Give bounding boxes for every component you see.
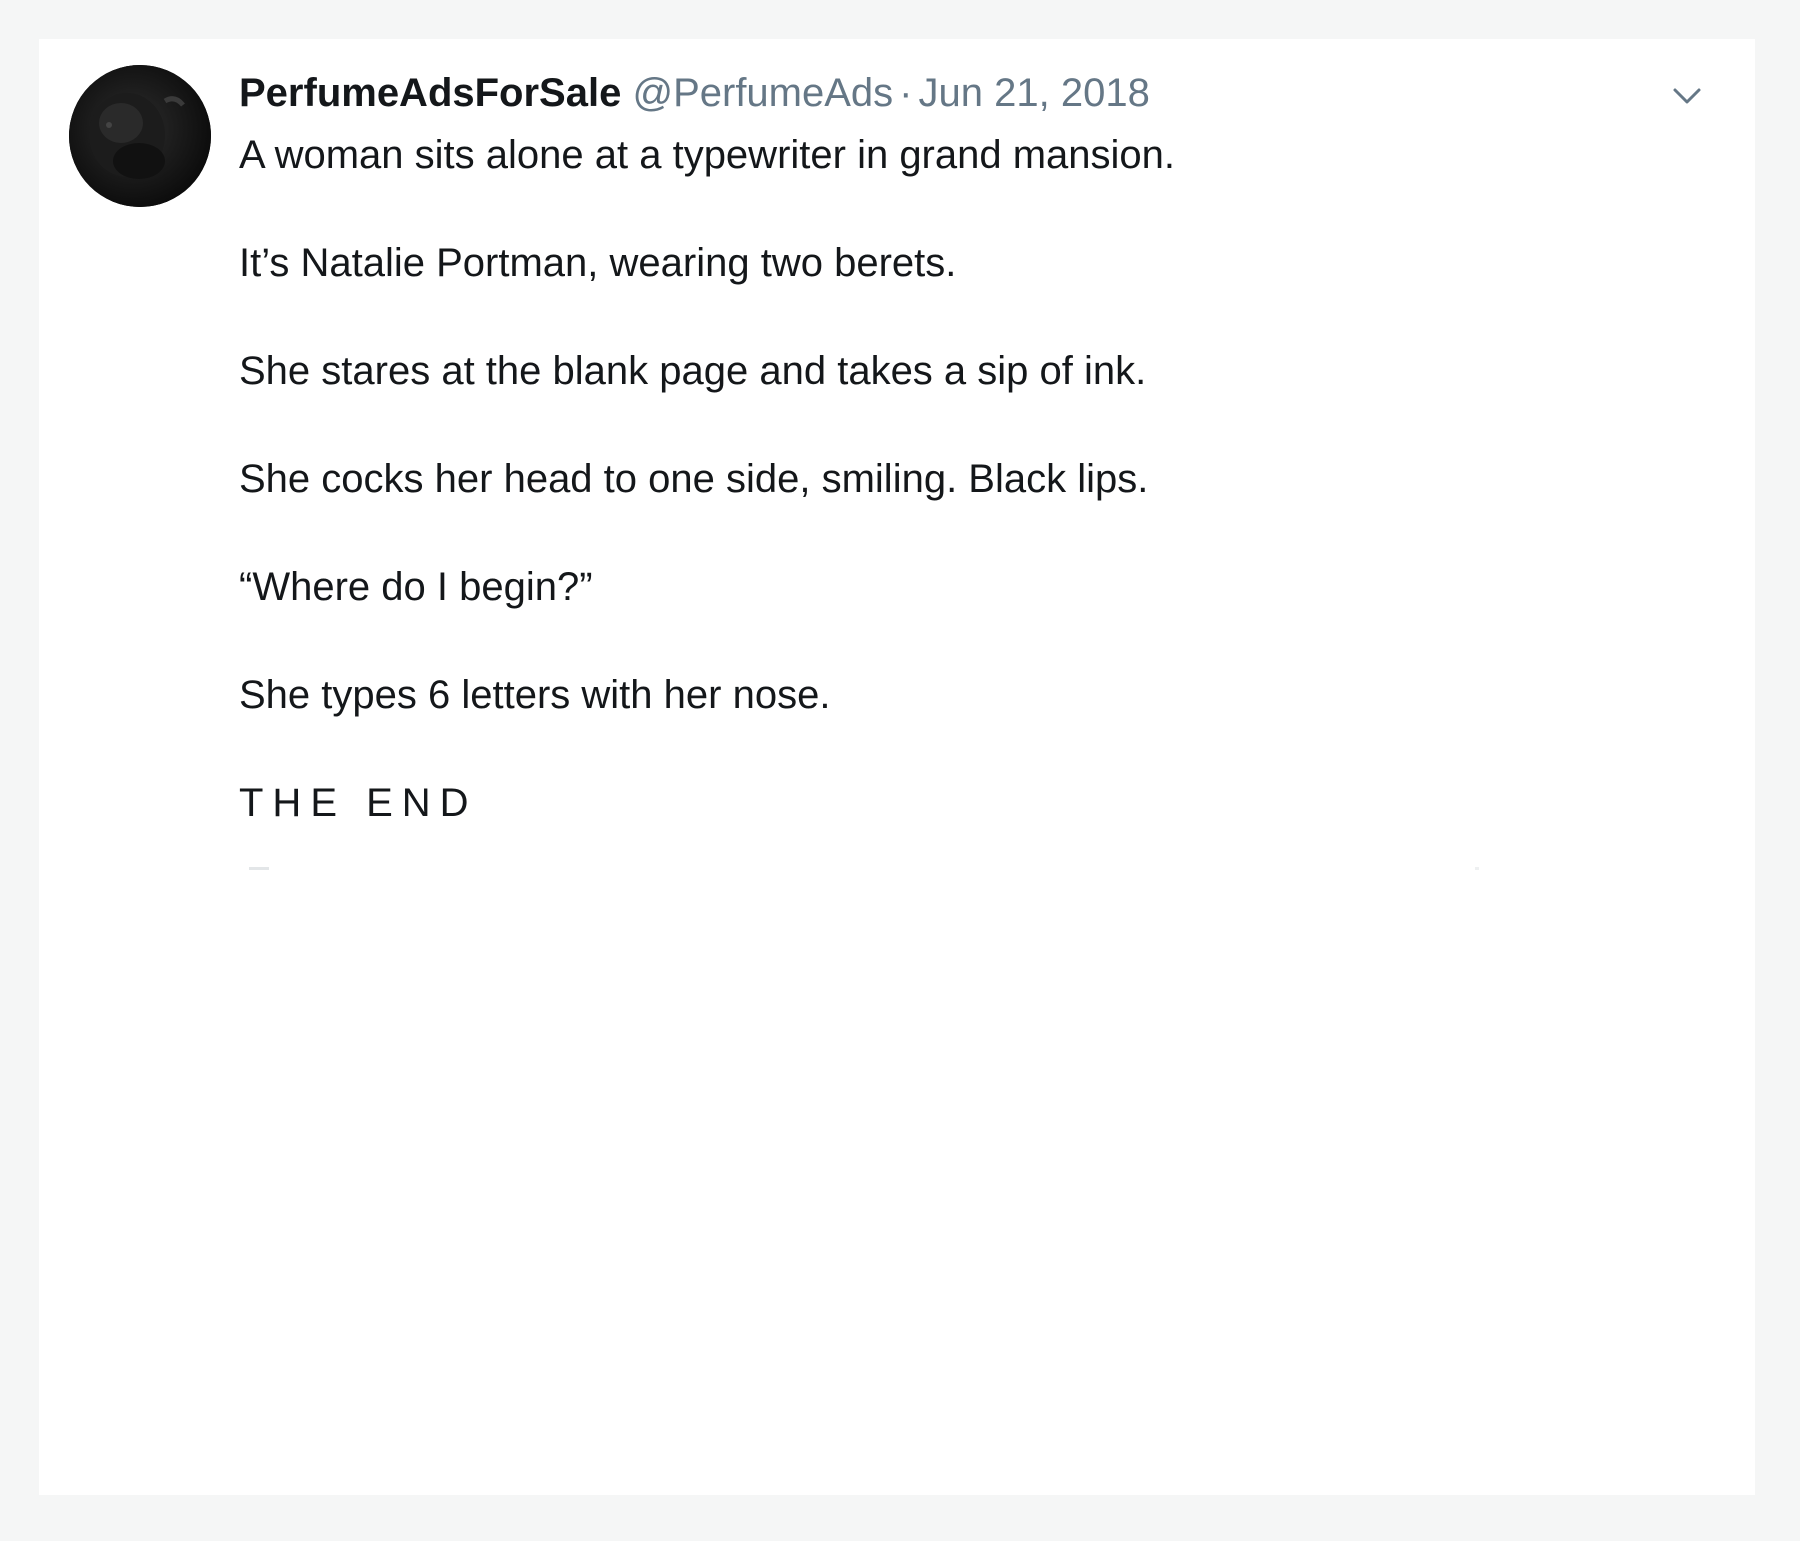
separator-dot: · bbox=[899, 71, 913, 115]
tweet-card: PerfumeAdsForSale @PerfumeAds · Jun 21, 20… bbox=[39, 39, 1755, 1495]
tweet-text: A woman sits alone at a typewriter in gr… bbox=[239, 127, 1639, 831]
tweet-paragraph-3: She stares at the blank page and takes a… bbox=[239, 349, 1147, 393]
artifact-mark-left bbox=[249, 867, 269, 870]
bison-avatar-icon bbox=[69, 65, 211, 207]
artifact-mark-right bbox=[1475, 867, 1479, 870]
tweet-paragraph-4: She cocks her head to one side, smiling.… bbox=[239, 457, 1149, 501]
avatar[interactable] bbox=[69, 65, 211, 207]
tweet-closing: THE END bbox=[239, 781, 478, 825]
author-name[interactable]: PerfumeAdsForSale bbox=[239, 71, 621, 115]
tweet-paragraph-6: She types 6 letters with her nose. bbox=[239, 673, 831, 717]
chevron-down-icon bbox=[1673, 88, 1701, 104]
tweet-paragraph-1: A woman sits alone at a typewriter in gr… bbox=[239, 133, 1176, 177]
tweet-menu-button[interactable] bbox=[1667, 75, 1707, 115]
tweet-date[interactable]: Jun 21, 2018 bbox=[919, 71, 1150, 115]
crop-artifacts bbox=[249, 867, 1489, 871]
tweet-paragraph-5: “Where do I begin?” bbox=[239, 565, 593, 609]
author-handle[interactable]: @PerfumeAds bbox=[632, 71, 893, 115]
tweet-paragraph-2: It’s Natalie Portman, wearing two berets… bbox=[239, 241, 957, 285]
tweet-header: PerfumeAdsForSale @PerfumeAds · Jun 21, 20… bbox=[239, 65, 1150, 121]
